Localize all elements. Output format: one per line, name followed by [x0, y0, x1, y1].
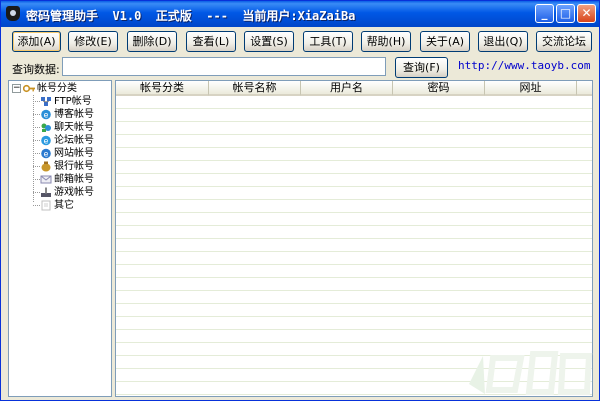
- toolbar: 添加(A) 修改(E) 删除(D) 查看(L) 设置(S) 工具(T) 帮助(H…: [1, 28, 599, 54]
- ftp-icon: [41, 97, 51, 106]
- tree-item-label: 其它: [54, 200, 74, 211]
- tree-guide-line: [33, 95, 34, 202]
- title-bar[interactable]: 密码管理助手 V1.0 正式版 --- 当前用户:XiaZaiBa _ □ ✕: [1, 1, 599, 27]
- blog-icon: e: [41, 109, 51, 120]
- delete-button[interactable]: 删除(D): [127, 31, 177, 52]
- query-button[interactable]: 查询(F): [395, 57, 448, 78]
- category-tree: − 帐号分类 FTP帐号 e 博客帐号聊天帐号 e 论坛帐号 e 网站帐号银行帐号邮箱帐号游…: [8, 80, 112, 397]
- svg-text:e: e: [44, 111, 49, 120]
- exit-button[interactable]: 退出(Q): [478, 31, 528, 52]
- watermark-logo: [469, 351, 593, 395]
- game-icon: [41, 187, 51, 197]
- main-window: 密码管理助手 V1.0 正式版 --- 当前用户:XiaZaiBa _ □ ✕ …: [0, 0, 600, 401]
- svg-text:e: e: [44, 150, 49, 159]
- tree-item-label: 游戏帐号: [54, 187, 94, 198]
- tree-item-label: 论坛帐号: [54, 135, 94, 146]
- view-button[interactable]: 查看(L): [186, 31, 236, 52]
- list-header: 帐号分类 帐号名称 用户名 密码 网址: [116, 81, 592, 96]
- window-title: 密码管理助手 V1.0 正式版 --- 当前用户:XiaZaiBa: [26, 9, 356, 23]
- tree-connector: [33, 127, 40, 128]
- tree-connector: [33, 153, 40, 154]
- help-button[interactable]: 帮助(H): [361, 31, 411, 52]
- tree-item-label: 邮箱帐号: [54, 174, 94, 185]
- settings-button[interactable]: 设置(S): [244, 31, 294, 52]
- column-header-url[interactable]: 网址: [485, 81, 577, 96]
- forum-button[interactable]: 交流论坛: [536, 31, 592, 52]
- website-link[interactable]: http://www.taoyb.com: [458, 59, 590, 72]
- column-header-filler: [577, 81, 592, 96]
- bank-icon: [41, 161, 51, 172]
- column-header-account-name[interactable]: 帐号名称: [209, 81, 301, 96]
- tree-item-label: FTP帐号: [54, 96, 92, 107]
- column-header-password[interactable]: 密码: [393, 81, 485, 96]
- tree-connector: [33, 166, 40, 167]
- tree-item-label: 银行帐号: [54, 161, 94, 172]
- column-header-category[interactable]: 帐号分类: [116, 81, 209, 96]
- mail-icon: [40, 175, 52, 184]
- tree-connector: [33, 179, 40, 180]
- tree-connector: [33, 140, 40, 141]
- tree-connector: [33, 114, 40, 115]
- website-icon: e: [41, 148, 51, 159]
- tree-collapse-toggle[interactable]: −: [12, 84, 21, 93]
- tree-root-label: 帐号分类: [37, 83, 77, 94]
- chat-icon: [41, 123, 51, 132]
- tree-connector: [33, 205, 40, 206]
- other-icon: [41, 200, 51, 211]
- tree-item-label: 博客帐号: [54, 109, 94, 120]
- about-button[interactable]: 关于(A): [420, 31, 470, 52]
- tree-connector: [33, 192, 40, 193]
- search-input[interactable]: [62, 57, 386, 76]
- search-label: 查询数据:: [12, 63, 60, 76]
- edit-button[interactable]: 修改(E): [68, 31, 118, 52]
- forum-icon: e: [41, 135, 51, 146]
- key-icon: [23, 84, 35, 93]
- column-header-username[interactable]: 用户名: [301, 81, 393, 96]
- add-button[interactable]: 添加(A): [12, 31, 61, 52]
- tree-item-label: 网站帐号: [54, 148, 94, 159]
- tree-connector: [33, 101, 40, 102]
- close-button[interactable]: ✕: [577, 4, 596, 23]
- maximize-button[interactable]: □: [556, 4, 575, 23]
- tools-button[interactable]: 工具(T): [303, 31, 353, 52]
- app-lock-icon: [6, 6, 20, 21]
- svg-text:e: e: [44, 137, 49, 146]
- tree-item-label: 聊天帐号: [54, 122, 94, 133]
- minimize-button[interactable]: _: [535, 4, 554, 23]
